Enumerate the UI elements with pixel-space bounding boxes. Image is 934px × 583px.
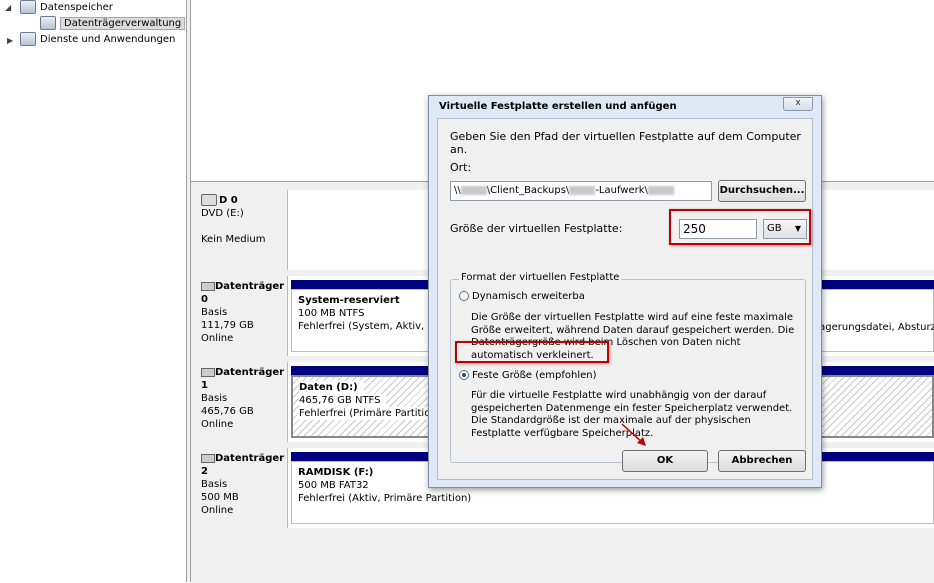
redacted-text xyxy=(460,185,487,195)
ok-button[interactable]: OK xyxy=(622,450,708,472)
fixed-size-highlight xyxy=(455,341,609,363)
dvd-drive-icon xyxy=(201,194,217,206)
format-group-title: Format der virtuellen Festplatte xyxy=(459,272,622,283)
dialog-title: Virtuelle Festplatte erstellen und anfüg… xyxy=(439,101,677,112)
cancel-button[interactable]: Abbrechen xyxy=(718,450,806,472)
location-label: Ort: xyxy=(450,161,472,174)
disk-management-icon xyxy=(40,16,56,30)
expand-arrow-icon[interactable]: ◢ xyxy=(5,3,11,12)
radio-dynamic[interactable]: Dynamisch erweiterba xyxy=(459,291,585,302)
intro-text: Geben Sie den Pfad der virtuellen Festpl… xyxy=(450,130,801,156)
collapse-arrow-icon[interactable]: ▶ xyxy=(7,36,13,45)
disk-label-0[interactable]: Datenträger 0 Basis 111,79 GB Online xyxy=(191,276,288,356)
browse-button[interactable]: Durchsuchen... xyxy=(718,180,806,202)
arrow-annotation-icon xyxy=(621,423,646,446)
disk-label-2[interactable]: Datenträger 2 Basis 500 MB Online xyxy=(191,448,288,528)
services-icon xyxy=(20,32,36,46)
location-input[interactable]: \\ \Client_Backups\ -Laufwerk\ xyxy=(450,181,712,201)
radio-fixed[interactable]: Feste Größe (empfohlen) xyxy=(459,370,597,381)
disk-label-dvd[interactable]: D 0 DVD (E:) Kein Medium xyxy=(191,190,288,270)
hard-disk-icon xyxy=(201,281,215,291)
size-label: Größe der virtuellen Festplatte: xyxy=(450,222,623,235)
radio-dynamic-indicator xyxy=(459,291,469,301)
hard-disk-icon xyxy=(201,367,215,377)
size-highlight xyxy=(669,209,811,245)
tree-item-dienste[interactable]: Dienste und Anwendungen xyxy=(20,32,175,48)
storage-icon xyxy=(20,0,36,14)
close-icon[interactable]: x xyxy=(783,97,813,111)
hard-disk-icon xyxy=(201,453,215,463)
tree-item-datentraegerverwaltung[interactable]: Datenträgerverwaltung xyxy=(40,16,186,32)
disk-label-1[interactable]: Datenträger 1 Basis 465,76 GB Online xyxy=(191,362,288,442)
navigation-tree: ◢ Datenspeicher Datenträgerverwaltung ▶ … xyxy=(0,0,186,582)
redacted-text xyxy=(569,185,596,195)
redacted-text xyxy=(647,185,674,195)
tree-item-datenspeicher[interactable]: Datenspeicher xyxy=(20,0,113,16)
radio-fixed-indicator xyxy=(459,370,469,380)
